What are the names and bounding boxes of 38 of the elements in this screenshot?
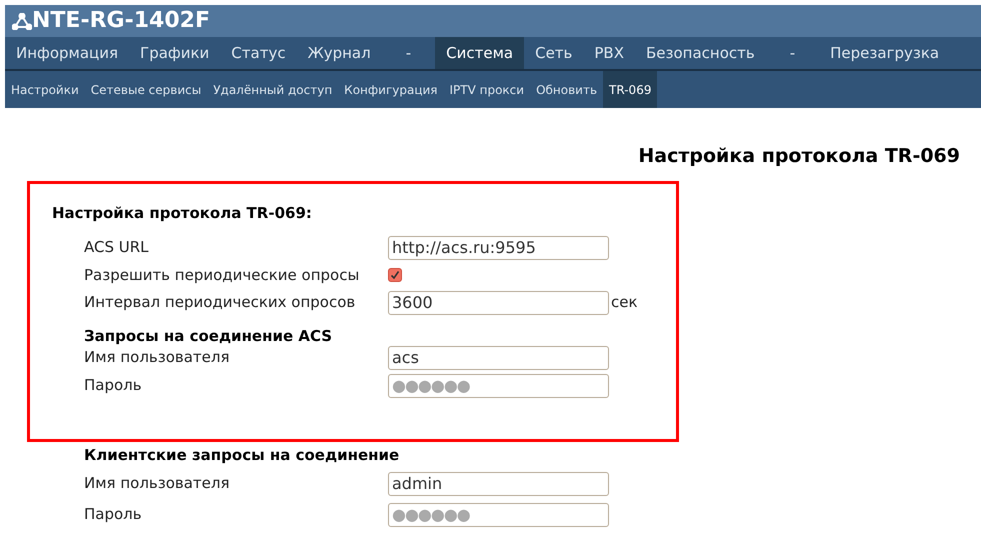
submenu-tab[interactable]: Сетевые сервисы xyxy=(84,71,208,108)
input-field[interactable]: acs xyxy=(388,346,609,370)
menu-tab[interactable]: - xyxy=(766,37,820,69)
field-label: Пароль xyxy=(84,504,143,526)
checkmark-icon xyxy=(390,270,400,280)
page-title: Настройка протокола TR-069 xyxy=(638,144,960,169)
device-title: NTE-RG-1402F xyxy=(32,10,210,32)
menu-tab[interactable]: Графики xyxy=(129,37,220,69)
menu-tab[interactable]: Сеть xyxy=(524,37,584,69)
submenu-tab[interactable]: Конфигурация xyxy=(338,71,444,108)
submenu-tab[interactable]: TR-069 xyxy=(603,71,658,108)
menu-tab[interactable]: PBX xyxy=(583,37,635,69)
field-label: Пароль xyxy=(84,375,143,396)
field-label: Интервал периодических опросов xyxy=(84,292,356,314)
menu-tab[interactable]: Статус xyxy=(220,37,297,69)
unit-label: сек xyxy=(611,292,638,314)
input-field[interactable]: 3600 xyxy=(388,290,609,314)
menu-tab[interactable]: - xyxy=(382,37,436,69)
section-heading: Настройка протокола TR-069: xyxy=(52,203,312,224)
logo-icon xyxy=(12,12,32,30)
checkbox[interactable] xyxy=(388,268,402,282)
menu-tab[interactable]: Журнал xyxy=(296,37,382,69)
input-field[interactable]: admin xyxy=(388,472,609,496)
field-label: ACS URL xyxy=(84,237,150,258)
menu-tab[interactable]: Безопасность xyxy=(635,37,766,69)
subsection-heading: Запросы на соединение ACS xyxy=(84,326,332,347)
submenu-tab[interactable]: Удалённый доступ xyxy=(207,71,338,108)
input-field[interactable]: http://acs.ru:9595 xyxy=(388,236,609,260)
field-label: Имя пользователя xyxy=(84,473,231,494)
subsection-heading: Клиентские запросы на соединение xyxy=(84,445,400,466)
submenu-tab[interactable]: Настройки xyxy=(5,71,85,108)
menu-tab[interactable]: Информация xyxy=(5,37,130,69)
menu-tab[interactable]: Система xyxy=(435,37,524,69)
menu-tab[interactable]: Перезагрузка xyxy=(819,37,950,69)
submenu-tab[interactable]: IPTV прокси xyxy=(444,71,530,108)
submenu-tab[interactable]: Обновить xyxy=(530,71,604,108)
field-label: Имя пользователя xyxy=(84,347,231,368)
field-label: Разрешить периодические опросы xyxy=(84,264,360,286)
